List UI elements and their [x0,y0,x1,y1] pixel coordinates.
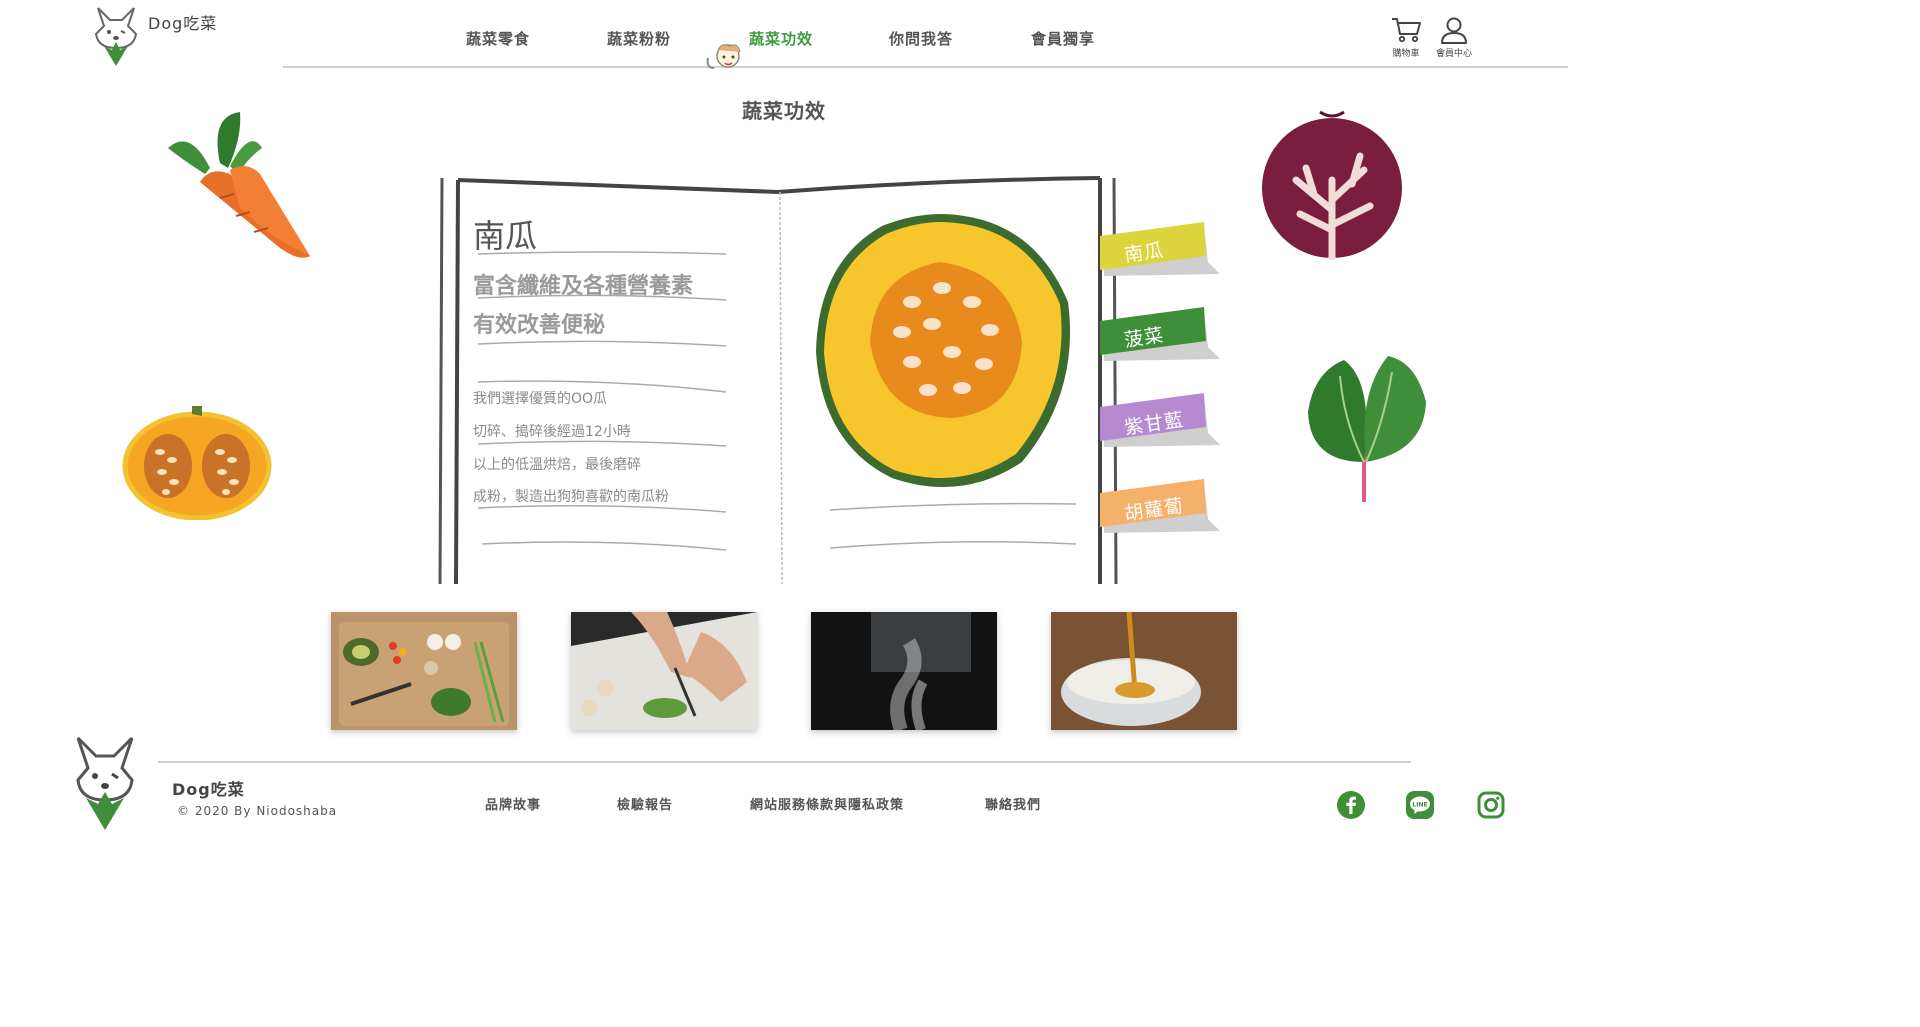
member-label: 會員中心 [1435,49,1472,59]
footer-link-test-reports[interactable]: 檢驗報告 [617,794,673,813]
vegetable-tagline-1: 富含纖維及各種營養素 [473,274,694,299]
footer-copyright: © 2020 By Niodoshaba [177,804,338,818]
active-nav-dog-icon [706,44,741,69]
tab-pumpkin-label: 南瓜 [1122,239,1166,267]
tab-carrot[interactable]: 胡蘿蔔 [1100,479,1222,535]
footer-link-contact[interactable]: 聯絡我們 [985,794,1041,813]
red-cabbage-illustration [1262,110,1402,260]
chopping-photo-image [571,612,757,730]
footer-link-terms-privacy[interactable]: 網站服務條款與隱私政策 [750,794,904,813]
header-divider [283,66,1568,68]
member-center-button[interactable]: 會員中心 [1434,16,1474,59]
footer-link-brand-story[interactable]: 品牌故事 [485,794,541,813]
line-icon[interactable]: LINE [1405,790,1435,820]
nav-item-veg-powder[interactable]: 蔬菜粉粉 [607,28,671,49]
carrot-illustration [168,112,310,258]
vegetable-tagline-2: 有效改善便秘 [473,313,606,338]
tab-pumpkin[interactable]: 南瓜 [1100,222,1222,278]
tab-spinach[interactable]: 菠菜 [1100,307,1222,363]
cart-button[interactable]: 購物車 [1386,16,1426,59]
ingredients-photo-image [331,612,517,730]
footer-divider [158,761,1411,763]
vegetable-description-2: 切碎、搗碎後經過12小時 [473,424,631,440]
tab-red-cabbage[interactable]: 紫甘藍 [1100,393,1222,449]
process-photo-chopping[interactable] [571,612,757,730]
main-nav: 蔬菜零食 蔬菜粉粉 蔬菜功效 你問我答 會員獨享 [0,28,1568,69]
vegetable-description-3: 以上的低溫烘焙，最後磨碎 [473,457,641,473]
user-icon [1441,17,1467,44]
footer-dog-logo-icon [76,736,134,830]
pumpkin-half-illustration [122,406,272,520]
process-photo-ingredients[interactable] [331,612,517,730]
instagram-icon[interactable] [1476,790,1506,820]
vegetable-description-1: 我們選擇優質的OO瓜 [473,391,608,407]
vegetable-name: 南瓜 [473,217,538,255]
nav-item-veg-benefits[interactable]: 蔬菜功效 [749,28,813,49]
powder-photo-image [1051,612,1237,730]
facebook-icon[interactable] [1336,790,1366,820]
nav-item-veg-snacks[interactable]: 蔬菜零食 [466,28,530,49]
vegetable-description-4: 成粉，製造出狗狗喜歡的南瓜粉 [473,489,669,505]
svg-text:LINE: LINE [1412,802,1427,809]
pumpkin-slice-image [816,214,1071,487]
process-photo-powder[interactable] [1051,612,1237,730]
footer-brand-name: Dog吃菜 [172,780,245,799]
nav-item-member-exclusive[interactable]: 會員獨享 [1031,28,1095,49]
cart-icon [1392,18,1421,43]
process-photo-steaming[interactable] [811,612,997,730]
steaming-photo-image [811,612,997,730]
cart-label: 購物車 [1392,49,1420,59]
spinach-illustration [1308,356,1426,502]
tab-spinach-label: 菠菜 [1122,324,1166,352]
nav-item-faq[interactable]: 你問我答 [889,28,953,49]
